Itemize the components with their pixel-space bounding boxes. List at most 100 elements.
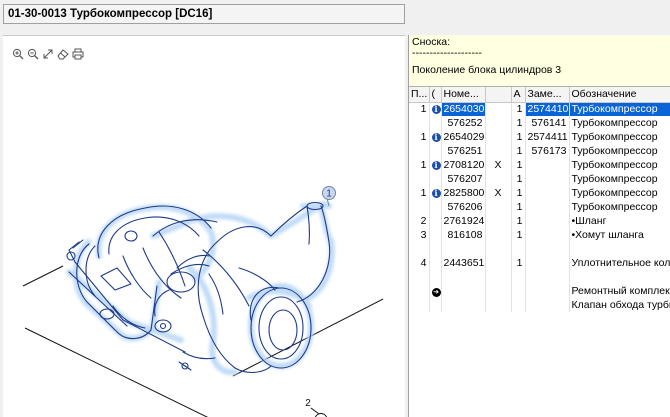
arrow-right-icon[interactable]: ➜ (431, 288, 440, 297)
cell-position (409, 172, 430, 186)
cell-description: Турбокомпрессор (569, 130, 670, 144)
cell-qty: 1 (511, 130, 526, 144)
cell-position: 1 (409, 186, 430, 200)
table-row[interactable]: 1 i 2654030 1 2574410 Турбокомпрессор (409, 102, 670, 116)
table-row[interactable]: 1 i 2825800 X 1 Турбокомпрессор (409, 186, 670, 200)
cell-position (409, 242, 430, 256)
cell-marker: i (429, 102, 442, 116)
cell-description: •Шланг (569, 214, 670, 228)
cell-position: 4 (409, 256, 430, 270)
cell-marker (429, 200, 442, 214)
cell-position: 1 (409, 130, 430, 144)
cell-marker: i (429, 158, 442, 172)
cell-position: 3 (409, 228, 430, 242)
col-header-flag[interactable] (485, 87, 512, 103)
cell-flag: X (485, 158, 512, 172)
cell-description: Уплотнительное коль (569, 256, 670, 270)
table-row[interactable]: 1 i 2654029 1 2574411 Турбокомпрессор (409, 130, 670, 144)
cell-marker (429, 256, 442, 270)
cell-replaced: 576141 (525, 116, 570, 130)
cell-position (409, 116, 430, 130)
cell-number (441, 242, 486, 256)
col-header-position[interactable]: П... (409, 87, 430, 103)
cell-number: 2443651 (441, 256, 486, 270)
cell-replaced: 576173 (525, 144, 570, 158)
cell-flag: X (485, 186, 512, 200)
cell-marker (429, 228, 442, 242)
table-row[interactable]: 2 2761924 1 •Шланг (409, 214, 670, 228)
cell-replaced: 2574410 (525, 102, 570, 116)
cell-flag (485, 228, 512, 242)
cell-number (441, 284, 486, 298)
table-row[interactable]: 576207 1 Турбокомпрессор (409, 172, 670, 186)
footnote-divider: -------------------- (412, 48, 482, 59)
cell-qty: 1 (511, 256, 526, 270)
cell-description: Турбокомпрессор (569, 186, 670, 200)
cell-number (441, 270, 486, 284)
cell-position (409, 144, 430, 158)
cell-flag (485, 116, 512, 130)
cell-replaced (525, 298, 570, 312)
col-header-number[interactable]: Номе... (441, 87, 486, 103)
drawing-panel[interactable]: 1 2 (3, 35, 405, 417)
table-row[interactable]: 3 816108 1 •Хомут шланга (409, 228, 670, 242)
cell-description: Клапан обхода турби (569, 298, 670, 312)
cell-flag (485, 102, 512, 116)
table-row[interactable]: Клапан обхода турби (409, 298, 670, 312)
col-header-description[interactable]: Обозначение (569, 87, 670, 103)
cell-position: 2 (409, 214, 430, 228)
cell-flag (485, 284, 512, 298)
table-row[interactable]: 576206 1 Турбокомпрессор (409, 200, 670, 214)
cell-marker (429, 298, 442, 312)
table-row[interactable] (409, 242, 670, 256)
cell-replaced (525, 158, 570, 172)
cell-position (409, 284, 430, 298)
cell-qty: 1 (511, 186, 526, 200)
cell-flag (485, 256, 512, 270)
callout-2-label: 2 (305, 398, 311, 409)
cell-marker (429, 242, 442, 256)
cell-position: 1 (409, 158, 430, 172)
cell-number: 2708120 (441, 158, 486, 172)
footnote-box: Сноска: -------------------- Поколение б… (409, 35, 670, 87)
table-row[interactable] (409, 270, 670, 284)
table-row[interactable]: ➜ Ремонтный комплект (409, 284, 670, 298)
cell-qty: 1 (511, 116, 526, 130)
cell-replaced (525, 242, 570, 256)
cell-description: Турбокомпрессор (569, 158, 670, 172)
cell-replaced: 2574411 (525, 130, 570, 144)
info-icon[interactable]: i (431, 161, 440, 170)
cell-qty (511, 242, 526, 256)
turbocharger-drawing: 1 2 (22, 186, 384, 417)
cell-number: 2825800 (441, 186, 486, 200)
cell-qty (511, 270, 526, 284)
cell-marker (429, 172, 442, 186)
cell-replaced (525, 270, 570, 284)
cell-description: Турбокомпрессор (569, 102, 670, 116)
info-icon[interactable]: i (431, 189, 440, 198)
cell-qty: 1 (511, 158, 526, 172)
cell-number: 576251 (441, 144, 486, 158)
table-row[interactable]: 4 2443651 1 Уплотнительное коль (409, 256, 670, 270)
table-row[interactable]: 1 i 2708120 X 1 Турбокомпрессор (409, 158, 670, 172)
table-row[interactable]: 576251 1 576173 Турбокомпрессор (409, 144, 670, 158)
cell-marker (429, 270, 442, 284)
parts-panel: Сноска: -------------------- Поколение б… (408, 35, 670, 417)
col-header-replaced[interactable]: Заме... (525, 87, 570, 103)
cell-replaced (525, 214, 570, 228)
col-header-qty[interactable]: А (511, 87, 526, 103)
cell-flag (485, 130, 512, 144)
cell-description: Ремонтный комплект (569, 284, 670, 298)
cell-flag (485, 298, 512, 312)
cell-position (409, 200, 430, 214)
col-header-marker[interactable]: ( (429, 87, 442, 103)
cell-flag (485, 172, 512, 186)
cell-position: 1 (409, 102, 430, 116)
cell-qty: 1 (511, 200, 526, 214)
cell-marker: i (429, 130, 442, 144)
info-icon[interactable]: i (431, 105, 440, 115)
info-icon[interactable]: i (431, 133, 440, 142)
callout-2[interactable]: 2 (305, 398, 328, 417)
table-row[interactable]: 576252 1 576141 Турбокомпрессор (409, 116, 670, 130)
cell-number: 2654030 (441, 102, 486, 116)
